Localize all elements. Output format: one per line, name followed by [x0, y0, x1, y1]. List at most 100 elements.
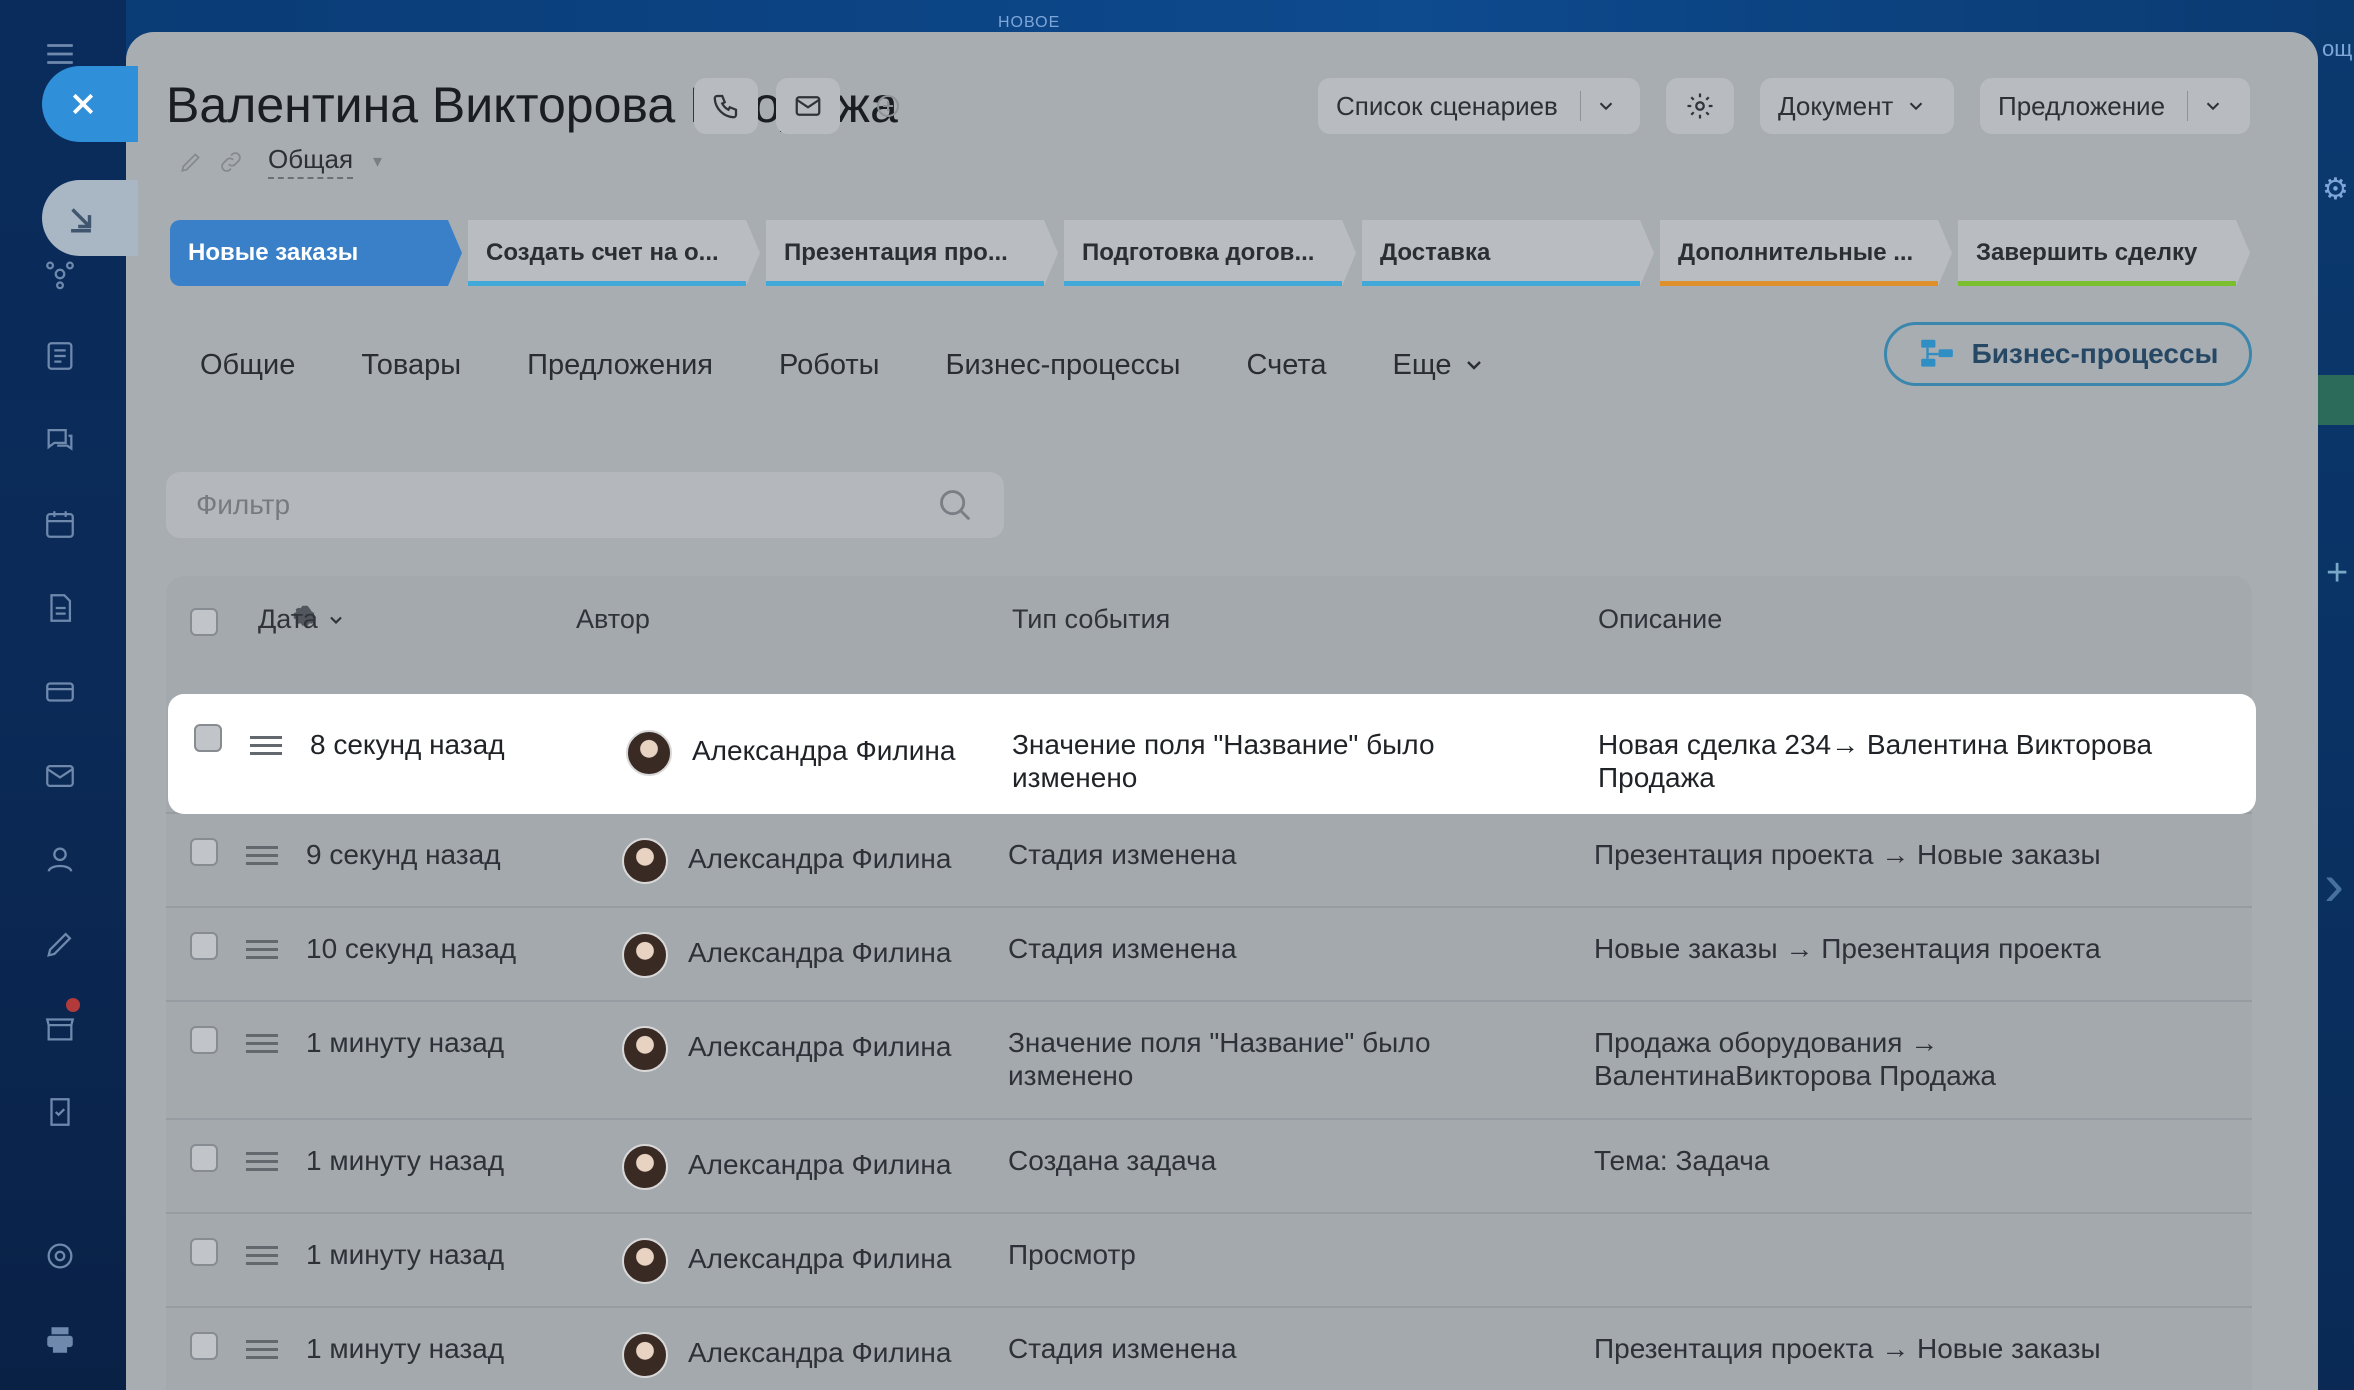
- stage-close-deal[interactable]: Завершить сделку: [1958, 220, 2250, 286]
- avatar[interactable]: [626, 730, 672, 776]
- select-all-checkbox[interactable]: [190, 608, 218, 636]
- stage-contract[interactable]: Подготовка догов...: [1064, 220, 1356, 286]
- row-event: Значение поля "Название" было изменено: [1008, 1027, 1431, 1091]
- column-description[interactable]: Описание: [1598, 604, 1722, 635]
- table-row[interactable]: 1 минуту назад Александра Филина Просмот…: [166, 1212, 2252, 1306]
- avatar[interactable]: [622, 1238, 668, 1284]
- stage-presentation[interactable]: Презентация про...: [766, 220, 1058, 286]
- settings-nav-icon[interactable]: [42, 1238, 78, 1274]
- tab-invoices[interactable]: Счета: [1217, 334, 1357, 396]
- tab-bar: Общие Товары Предложения Роботы Бизнес-п…: [170, 334, 1522, 396]
- stage-label: Новые заказы: [188, 239, 359, 266]
- mail-icon[interactable]: [42, 758, 78, 794]
- chat-icon[interactable]: [42, 422, 78, 458]
- drag-handle-icon[interactable]: [246, 1244, 278, 1268]
- filter-input[interactable]: [196, 489, 936, 521]
- chevron-down-icon: [1599, 102, 1613, 111]
- new-label: НОВОЕ: [998, 14, 1061, 31]
- news-icon[interactable]: [42, 338, 78, 374]
- row-author[interactable]: Александра Филина: [688, 1336, 951, 1369]
- drag-handle-icon[interactable]: [250, 734, 282, 758]
- stage-invoice[interactable]: Создать счет на о...: [468, 220, 760, 286]
- stage-color-bar: [1660, 281, 1938, 286]
- drag-handle-icon[interactable]: [246, 844, 278, 868]
- tab-products[interactable]: Товары: [331, 334, 491, 396]
- link-icon[interactable]: [218, 149, 244, 175]
- minimize-slider-button[interactable]: [42, 180, 138, 256]
- row-description: Новая сделка 234→ Валентина Викторова Пр…: [1598, 729, 2153, 793]
- table-row[interactable]: 1 минуту назад Александра Филина Значени…: [166, 1000, 2252, 1118]
- right-strip-text: ощ: [2322, 36, 2353, 61]
- row-checkbox[interactable]: [190, 932, 218, 960]
- tab-general[interactable]: Общие: [170, 334, 325, 396]
- row-author[interactable]: Александра Филина: [688, 1030, 951, 1063]
- drag-handle-icon[interactable]: [246, 1338, 278, 1362]
- row-checkbox[interactable]: [190, 1238, 218, 1266]
- chevron-down-icon: [330, 616, 342, 624]
- table-row[interactable]: 10 секунд назад Александра Филина Стадия…: [166, 906, 2252, 1000]
- row-author[interactable]: Александра Филина: [688, 1148, 951, 1181]
- document-dropdown[interactable]: Документ: [1760, 78, 1954, 134]
- card-icon[interactable]: [42, 674, 78, 710]
- stage-delivery[interactable]: Доставка: [1362, 220, 1654, 286]
- category-selector[interactable]: Общая: [268, 144, 354, 179]
- row-author[interactable]: Александра Филина: [692, 734, 955, 767]
- table-row[interactable]: 1 минуту назад Александра Филина Стадия …: [166, 1306, 2252, 1390]
- avatar[interactable]: [622, 932, 668, 978]
- row-checkbox[interactable]: [190, 838, 218, 866]
- row-checkbox[interactable]: [190, 1144, 218, 1172]
- search-icon[interactable]: [936, 486, 974, 524]
- stage-new-orders[interactable]: Новые заказы: [170, 220, 462, 286]
- tasks-icon[interactable]: [42, 1094, 78, 1130]
- calendar-icon[interactable]: [42, 506, 78, 542]
- table-row[interactable]: 8 секунд назад Александра Филина Значени…: [170, 696, 2254, 812]
- sign-icon[interactable]: [42, 926, 78, 962]
- call-button[interactable]: [694, 78, 758, 134]
- business-processes-button[interactable]: Бизнес-процессы: [1884, 322, 2252, 386]
- drag-handle-icon[interactable]: [246, 1032, 278, 1056]
- row-author[interactable]: Александра Филина: [688, 1242, 951, 1275]
- column-date[interactable]: Дата: [258, 604, 346, 635]
- messenger-button[interactable]: [856, 78, 920, 134]
- tab-more[interactable]: Еще: [1362, 334, 1515, 396]
- row-checkbox[interactable]: [190, 1332, 218, 1360]
- contacts-icon[interactable]: [42, 842, 78, 878]
- tab-offers[interactable]: Предложения: [497, 334, 743, 396]
- close-slider-button[interactable]: [42, 66, 138, 142]
- stage-additional[interactable]: Дополнительные ...: [1660, 220, 1952, 286]
- document-icon[interactable]: [42, 590, 78, 626]
- row-checkbox[interactable]: [194, 724, 222, 752]
- edit-icon[interactable]: [178, 149, 204, 175]
- row-author[interactable]: Александра Филина: [688, 936, 951, 969]
- tab-robots[interactable]: Роботы: [749, 334, 909, 396]
- row-checkbox[interactable]: [190, 1026, 218, 1054]
- network-icon[interactable]: [42, 256, 78, 292]
- document-label: Документ: [1778, 90, 1894, 121]
- mail-icon: [795, 96, 821, 116]
- stage-color-bar: [1064, 281, 1342, 286]
- offer-dropdown[interactable]: Предложение: [1980, 78, 2250, 134]
- store-icon[interactable]: [42, 1010, 78, 1046]
- avatar[interactable]: [622, 1144, 668, 1190]
- avatar[interactable]: [622, 838, 668, 884]
- column-event-type[interactable]: Тип события: [1012, 604, 1170, 635]
- avatar[interactable]: [622, 1026, 668, 1072]
- column-author[interactable]: Автор: [576, 604, 650, 635]
- settings-button[interactable]: [1666, 78, 1734, 134]
- row-date: 10 секунд назад: [306, 933, 517, 964]
- history-table: Дата Автор Тип события Описание 8 секунд…: [166, 576, 2254, 1390]
- table-row[interactable]: 1 минуту назад Александра Филина Создана…: [166, 1118, 2252, 1212]
- stage-label: Подготовка догов...: [1082, 239, 1315, 266]
- table-row[interactable]: 9 секунд назад Александра Филина Стадия …: [166, 812, 2252, 906]
- scenarios-dropdown[interactable]: Список сценариев: [1318, 78, 1640, 134]
- scenarios-label: Список сценариев: [1336, 90, 1558, 121]
- email-button[interactable]: [776, 78, 840, 134]
- row-author[interactable]: Александра Филина: [688, 842, 951, 875]
- tab-business-processes[interactable]: Бизнес-процессы: [915, 334, 1210, 396]
- title-subrow: Общая ▾: [178, 144, 382, 179]
- print-icon[interactable]: [42, 1322, 78, 1358]
- drag-handle-icon[interactable]: [246, 1150, 278, 1174]
- avatar[interactable]: [622, 1332, 668, 1378]
- drag-handle-icon[interactable]: [246, 938, 278, 962]
- caret-down-icon[interactable]: ▾: [373, 151, 382, 172]
